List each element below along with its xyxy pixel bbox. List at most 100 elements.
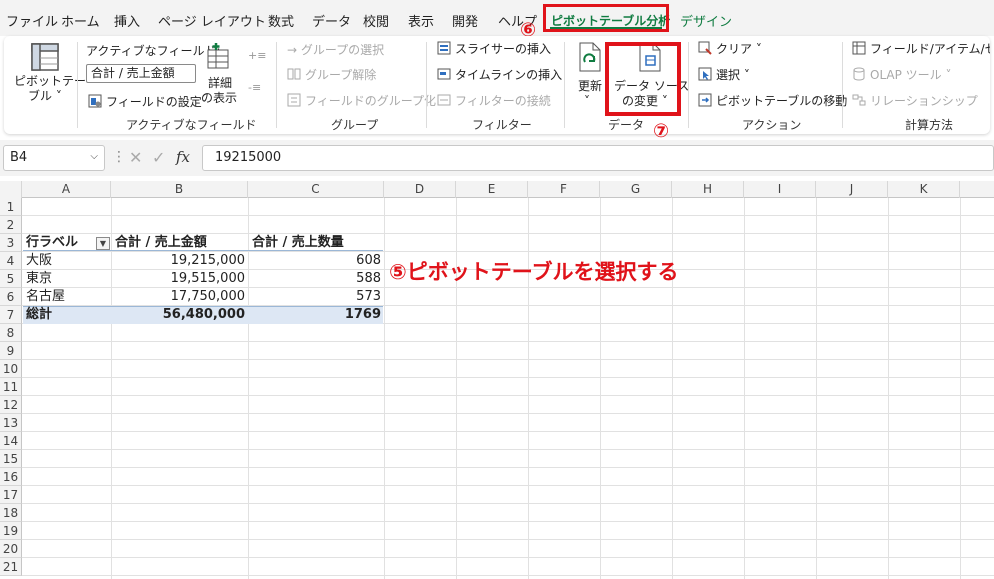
- field-settings-button[interactable]: フィールドの設定: [88, 93, 202, 111]
- tab-data[interactable]: データ: [312, 11, 351, 30]
- tab-file[interactable]: ファイル: [6, 11, 58, 30]
- row-header[interactable]: 11: [0, 378, 22, 396]
- tab-insert[interactable]: 挿入: [114, 11, 140, 30]
- gridline: [22, 377, 994, 378]
- row-header[interactable]: 6: [0, 288, 22, 306]
- column-header-c[interactable]: C: [248, 181, 384, 198]
- active-field-input[interactable]: 合計 / 売上金額: [86, 64, 196, 83]
- tab-design[interactable]: デザイン: [680, 11, 732, 30]
- tab-formulas[interactable]: 数式: [268, 11, 294, 30]
- pivot-row-label[interactable]: 東京: [23, 270, 111, 288]
- row-header[interactable]: 1: [0, 198, 22, 216]
- column-header-h[interactable]: H: [672, 181, 744, 198]
- gridline: [22, 467, 994, 468]
- row-header[interactable]: 20: [0, 540, 22, 558]
- row-header[interactable]: 10: [0, 360, 22, 378]
- cancel-icon[interactable]: ✕: [129, 148, 142, 167]
- row-header[interactable]: 13: [0, 414, 22, 432]
- refresh-button[interactable]: 更新 ˅: [570, 42, 608, 112]
- select-all-corner[interactable]: [0, 181, 22, 198]
- row-header[interactable]: 2: [0, 216, 22, 234]
- column-header-i[interactable]: I: [744, 181, 816, 198]
- pivottable-button[interactable]: ピボットテー ブル ˅: [10, 40, 86, 110]
- pivot-row-qty[interactable]: 573: [249, 288, 384, 306]
- ungroup-button[interactable]: グループ解除: [287, 67, 397, 83]
- row-header[interactable]: 18: [0, 504, 22, 522]
- row-header[interactable]: 9: [0, 342, 22, 360]
- pivot-row-amount[interactable]: 19,515,000: [112, 270, 248, 288]
- tab-view[interactable]: 表示: [408, 11, 434, 30]
- row-header[interactable]: 7: [0, 306, 22, 324]
- gridline: [22, 359, 994, 360]
- move-pivottable-label: ピボットテーブルの移動: [716, 94, 848, 108]
- pivot-header-amount[interactable]: 合計 / 売上金額: [112, 234, 248, 252]
- column-header-f[interactable]: F: [528, 181, 600, 198]
- tab-developer[interactable]: 開発: [452, 11, 478, 30]
- group-separator: [688, 42, 689, 128]
- column-header-g[interactable]: G: [600, 181, 672, 198]
- group-label-active-field: アクティブなフィールド: [126, 118, 257, 132]
- name-box[interactable]: B4 ⌵: [3, 145, 105, 171]
- collapse-field-icon[interactable]: -≡: [248, 81, 261, 94]
- pivot-total-label[interactable]: 総計: [23, 306, 111, 324]
- column-header-e[interactable]: E: [456, 181, 528, 198]
- insert-function-icon[interactable]: fx: [176, 148, 190, 166]
- clear-icon: [698, 41, 712, 55]
- olap-tools-button[interactable]: OLAP ツール ˅: [852, 67, 982, 83]
- row-header[interactable]: 12: [0, 396, 22, 414]
- column-header-k[interactable]: K: [888, 181, 960, 198]
- row-header[interactable]: 8: [0, 324, 22, 342]
- chevron-down-icon[interactable]: ⌵: [90, 151, 98, 162]
- fields-items-icon: [852, 41, 866, 55]
- formula-input[interactable]: 19215000: [202, 145, 994, 171]
- pivot-row-label[interactable]: 名古屋: [23, 288, 111, 306]
- group-separator: [426, 42, 427, 128]
- fields-items-sets-button[interactable]: フィールド/アイテム/セット ˅: [852, 41, 990, 57]
- ungroup-icon: [287, 68, 301, 80]
- column-header-b[interactable]: B: [111, 181, 248, 198]
- column-header-d[interactable]: D: [384, 181, 456, 198]
- insert-slicer-button[interactable]: スライサーの挿入: [437, 41, 557, 57]
- row-header[interactable]: 16: [0, 468, 22, 486]
- row-header[interactable]: 3: [0, 234, 22, 252]
- group-selection-button[interactable]: → グループの選択: [287, 43, 384, 57]
- row-header[interactable]: 14: [0, 432, 22, 450]
- ribbon-panel: ピボットテー ブル ˅ アクティブなフィールド: 合計 / 売上金額 フィールド…: [4, 36, 990, 134]
- pivot-row-qty[interactable]: 588: [249, 270, 384, 288]
- insert-timeline-button[interactable]: タイムラインの挿入: [437, 67, 562, 83]
- pivot-row-label[interactable]: 大阪: [23, 252, 111, 270]
- row-header[interactable]: 4: [0, 252, 22, 270]
- highlight-box-tab: [543, 4, 669, 32]
- gridline: [22, 431, 994, 432]
- drill-down-label-2: の表示: [201, 91, 238, 105]
- group-field-button[interactable]: フィールドのグループ化: [287, 93, 436, 109]
- more-options-icon[interactable]: ⋮: [112, 149, 126, 165]
- expand-field-icon[interactable]: +≡: [248, 49, 266, 62]
- tab-home[interactable]: ホーム: [61, 11, 100, 30]
- worksheet-grid[interactable]: A B C D E F G H I J K 1 2 3 4 5 6 7 8 9 10 11 12 13 1…: [0, 181, 994, 579]
- tab-review[interactable]: 校閲: [363, 11, 389, 30]
- clear-button[interactable]: クリア ˅: [698, 41, 778, 57]
- pivot-total-amount[interactable]: 56,480,000: [112, 306, 248, 324]
- filter-dropdown-icon[interactable]: ▼: [96, 237, 110, 250]
- pivot-row-amount[interactable]: 17,750,000: [112, 288, 248, 306]
- row-header[interactable]: 19: [0, 522, 22, 540]
- filter-connections-button[interactable]: フィルターの接続: [437, 93, 557, 109]
- row-header[interactable]: 15: [0, 450, 22, 468]
- pivot-row-qty[interactable]: 608: [249, 252, 384, 270]
- relationships-button[interactable]: リレーションシップ: [852, 93, 982, 109]
- enter-icon[interactable]: ✓: [152, 148, 165, 167]
- row-header[interactable]: 17: [0, 486, 22, 504]
- row-header[interactable]: 5: [0, 270, 22, 288]
- pivot-row-amount[interactable]: 19,215,000: [112, 252, 248, 270]
- drill-down-button[interactable]: 詳細 の表示: [198, 42, 238, 108]
- move-pivottable-button[interactable]: ピボットテーブルの移動: [698, 93, 847, 109]
- pivot-total-qty[interactable]: 1769: [249, 306, 384, 324]
- row-header[interactable]: 21: [0, 558, 22, 576]
- select-button[interactable]: 選択 ˅: [698, 67, 778, 83]
- column-header-a[interactable]: A: [22, 181, 111, 198]
- tab-page-layout[interactable]: ページ レイアウト: [158, 11, 266, 30]
- column-header-j[interactable]: J: [816, 181, 888, 198]
- pivot-header-qty[interactable]: 合計 / 売上数量: [249, 234, 384, 252]
- highlight-box-change-data-source: [605, 42, 681, 116]
